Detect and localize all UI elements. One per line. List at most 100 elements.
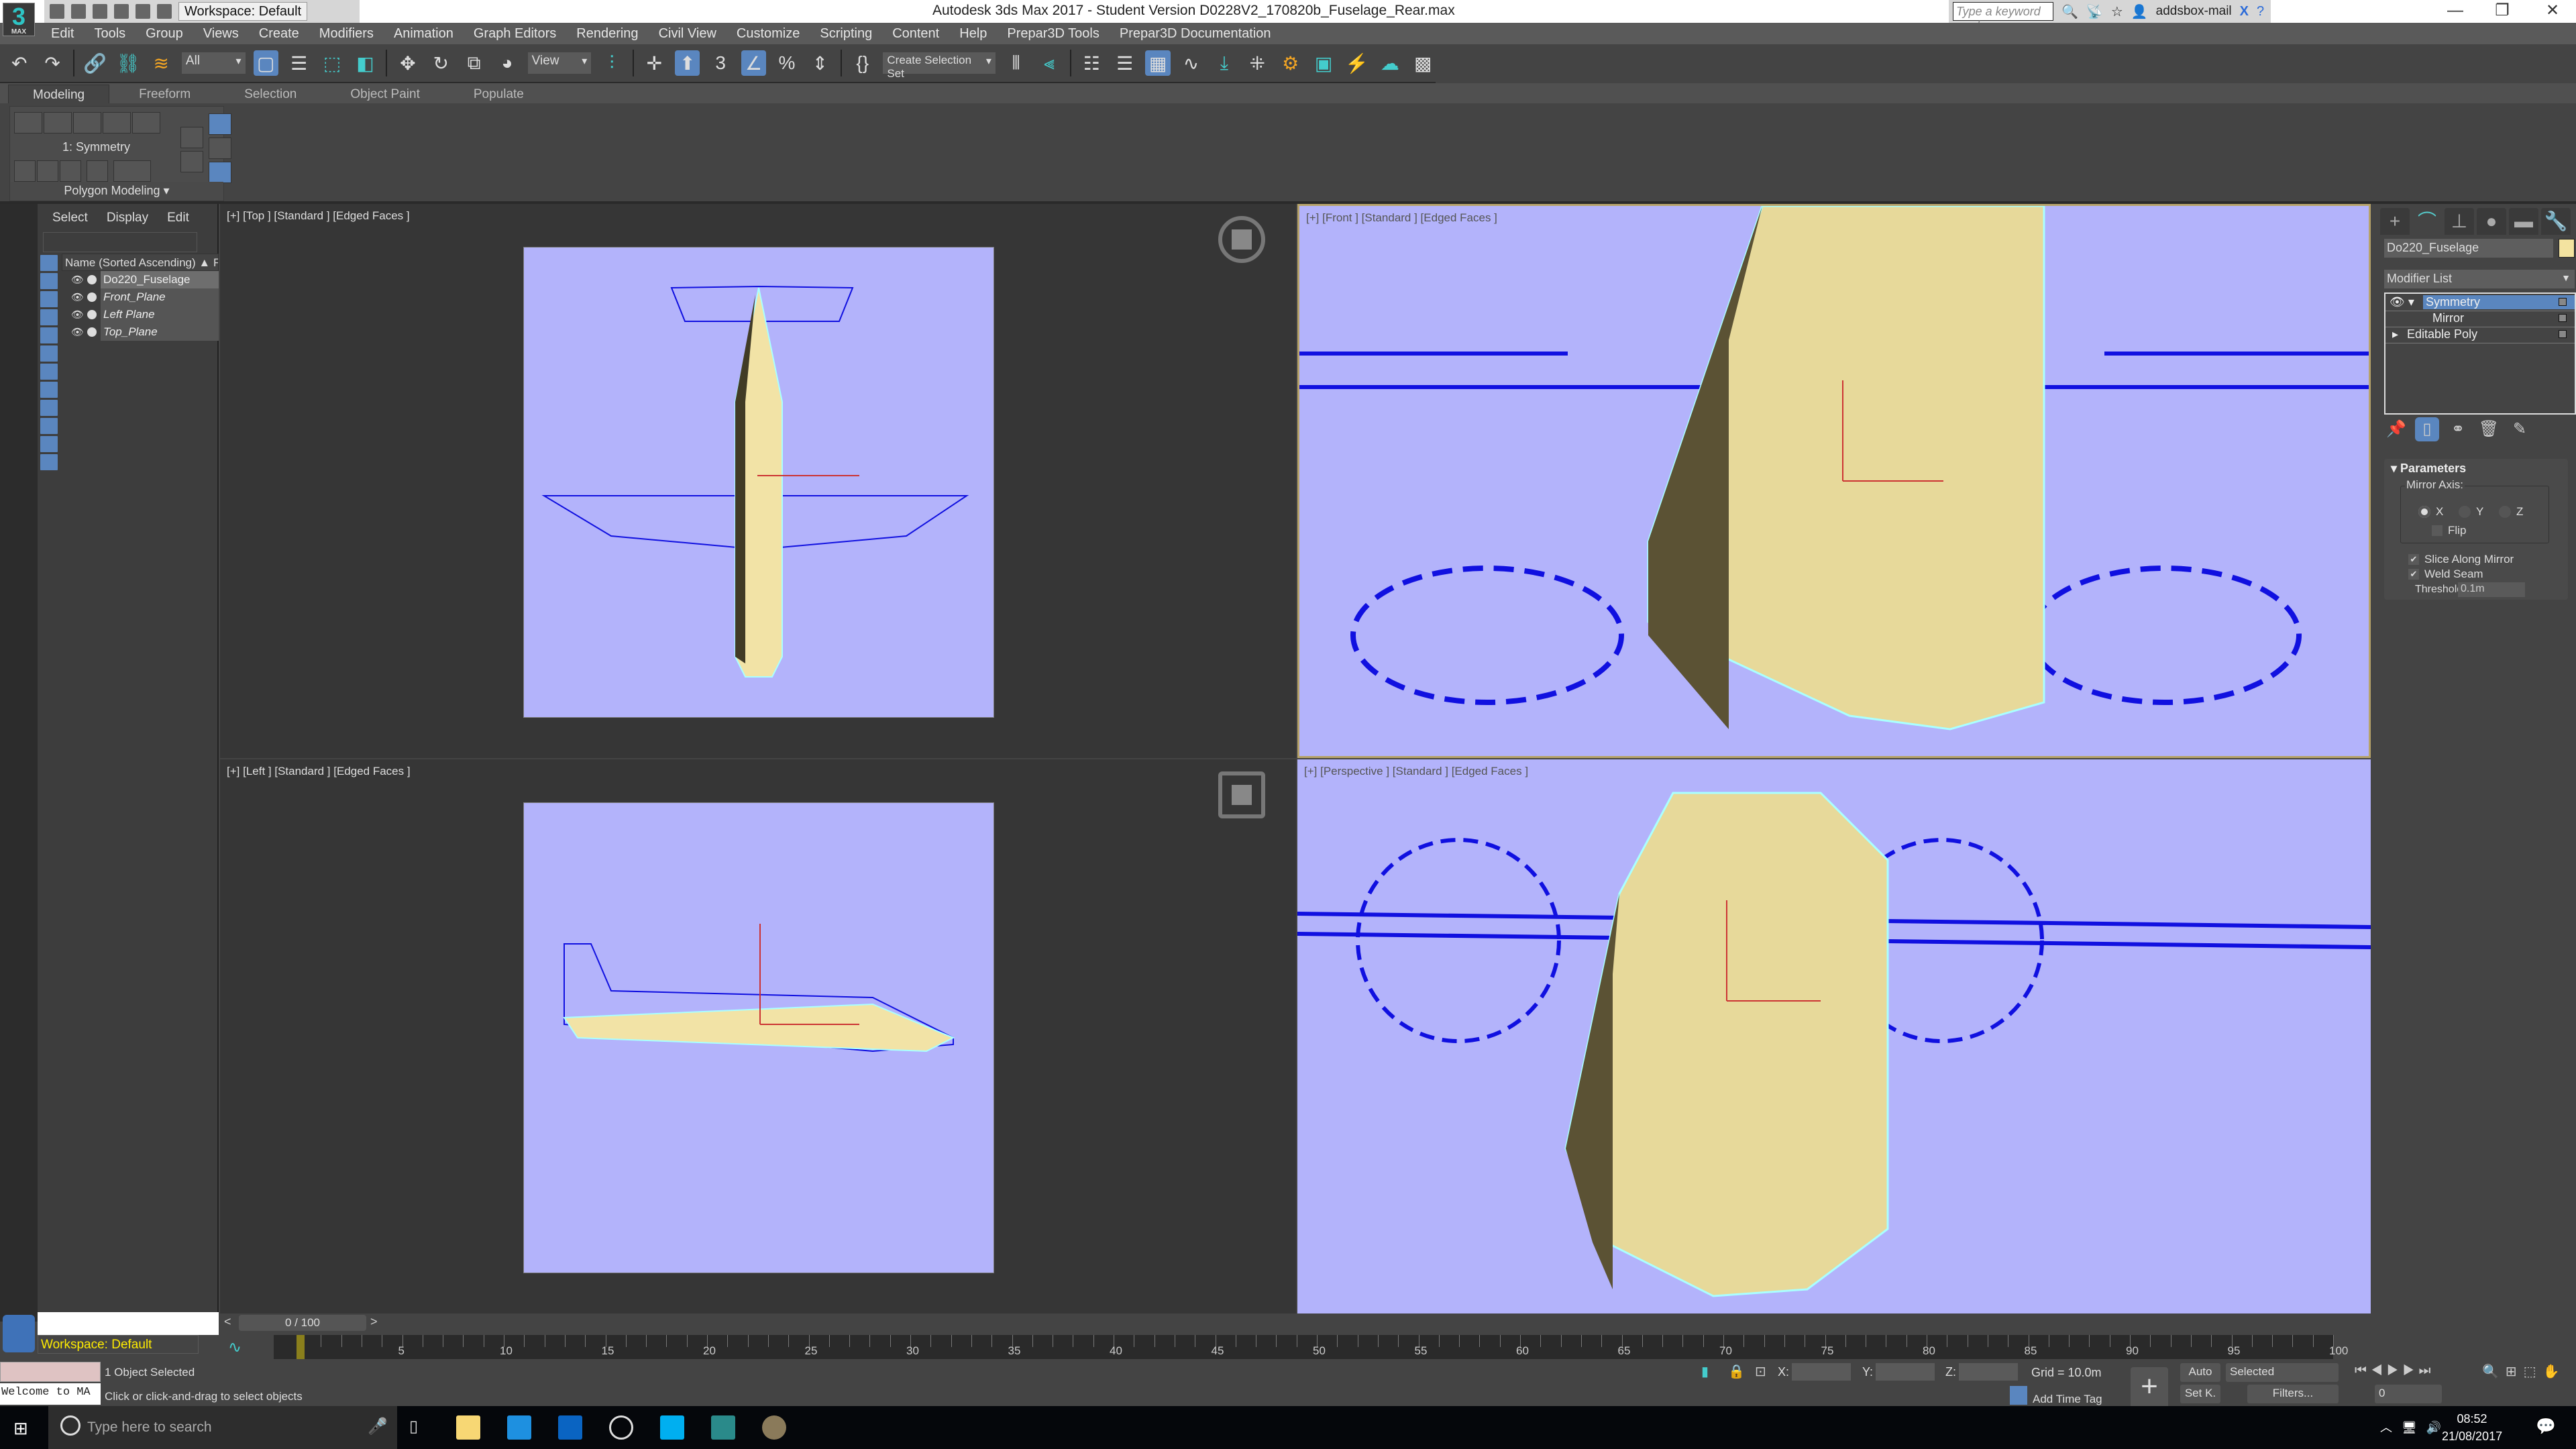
panel-title[interactable]: Polygon Modeling ▾	[10, 182, 223, 201]
lights-filter-icon[interactable]	[40, 291, 58, 307]
groove-music-icon[interactable]	[609, 1415, 633, 1440]
menu-modifiers[interactable]: Modifiers	[319, 26, 374, 42]
microphone-icon[interactable]: 🎤	[368, 1417, 388, 1436]
threshold-spinner[interactable]: 0.1m	[2458, 582, 2525, 597]
user-account[interactable]: addsbox-mail	[2156, 4, 2232, 19]
rect-select-region-icon[interactable]: ⬚	[319, 50, 344, 76]
windows-start-icon[interactable]: ⊞	[13, 1418, 28, 1439]
communication-center-icon[interactable]: 📡	[2086, 3, 2103, 20]
scale-icon[interactable]: ⧉	[462, 50, 486, 76]
bind-space-warp-icon[interactable]: ≋	[149, 50, 174, 76]
placement-icon[interactable]: ◕	[494, 50, 519, 76]
spinner-snap-icon[interactable]: ⇕	[808, 50, 833, 76]
internet-explorer-icon[interactable]	[507, 1415, 531, 1440]
render-gallery-icon[interactable]: ▩	[1411, 50, 1436, 76]
scene-search-input[interactable]	[43, 232, 197, 252]
prev-frame-arrow[interactable]: <	[224, 1315, 231, 1329]
pivot-center-icon[interactable]: ⫶	[599, 50, 624, 76]
key-filters-button[interactable]: Filters...	[2247, 1385, 2339, 1403]
3ds-max-icon[interactable]	[711, 1415, 735, 1440]
select-sub-2-icon[interactable]	[37, 160, 58, 182]
viewport-label[interactable]: [+] [Perspective ] [Standard ] [Edged Fa…	[1304, 765, 1528, 778]
object-name-field[interactable]: Do220_Fuselage	[2384, 239, 2553, 258]
viewport-label[interactable]: [+] [Top ] [Standard ] [Edged Faces ]	[227, 209, 410, 223]
menu-animation[interactable]: Animation	[394, 26, 453, 42]
hierarchy-tab-icon[interactable]: ⊥	[2445, 208, 2474, 235]
shapes-filter-icon[interactable]	[40, 273, 58, 289]
create-tab-icon[interactable]: +	[2380, 208, 2410, 235]
auto-key-button[interactable]: Auto	[2180, 1363, 2220, 1382]
user-icon[interactable]: 👤	[2131, 3, 2148, 20]
paint-icon[interactable]	[762, 1415, 786, 1440]
open-file-icon[interactable]	[71, 4, 86, 19]
mirror-icon[interactable]: ⫴	[1004, 50, 1028, 76]
border-mode-icon[interactable]	[73, 112, 101, 133]
containers-filter-icon[interactable]	[40, 418, 58, 434]
named-selection-set-dropdown[interactable]: Create Selection Set	[883, 52, 996, 80]
close-button[interactable]: ✕	[2532, 0, 2573, 23]
weld-seam-checkbox[interactable]: ✔ Weld Seam	[2408, 568, 2483, 581]
select-object-icon[interactable]: ▢	[253, 50, 278, 76]
scene-item[interactable]: 👁 Left Plane	[62, 306, 219, 323]
make-unique-icon[interactable]: ⚭	[2446, 417, 2470, 441]
z-field[interactable]	[1959, 1363, 2018, 1381]
percent-snap-icon[interactable]: %	[774, 50, 799, 76]
axis-z-radio[interactable]: Z	[2499, 505, 2523, 519]
scene-explorer-scrollbar[interactable]	[38, 1312, 219, 1335]
ribbon-tab-modeling[interactable]: Modeling	[8, 85, 110, 103]
menu-create[interactable]: Create	[259, 26, 299, 42]
rotate-icon[interactable]: ↻	[429, 50, 453, 76]
scene-item[interactable]: 👁 Do220_Fuselage	[62, 271, 219, 288]
menu-select[interactable]: Select	[52, 211, 88, 225]
cameras-filter-icon[interactable]	[40, 309, 58, 325]
viewport-nav-controls[interactable]: 🔍⊞⬚✋	[2482, 1363, 2566, 1380]
align-icon[interactable]: ⫷	[1036, 50, 1061, 76]
keyword-search-input[interactable]: Type a keyword or phrase	[1953, 2, 2053, 32]
object-color-swatch[interactable]	[2559, 239, 2575, 258]
toggle-scene-explorer-icon[interactable]: ☷	[1079, 50, 1104, 76]
keyboard-shortcut-icon[interactable]: ⬆	[675, 50, 700, 76]
modify-toggle-icon[interactable]	[209, 162, 231, 183]
stack-item-symmetry[interactable]: 👁 ▾ Symmetry	[2385, 295, 2575, 311]
workspace-dropdown[interactable]: Workspace: Default	[178, 2, 308, 21]
menu-rendering[interactable]: Rendering	[576, 26, 638, 42]
window-crossing-icon[interactable]: ◧	[353, 50, 378, 76]
stack-toggle[interactable]	[2559, 330, 2567, 338]
menu-graph-editors[interactable]: Graph Editors	[474, 26, 556, 42]
select-by-name-icon[interactable]: ☰	[286, 50, 311, 76]
next-frame-arrow[interactable]: >	[370, 1315, 378, 1329]
pin-stack-icon[interactable]	[209, 138, 231, 159]
axis-x-radio[interactable]: X	[2418, 505, 2443, 519]
viewport-layout-button[interactable]	[3, 1315, 35, 1352]
set-key-big-button[interactable]: +	[2131, 1367, 2168, 1409]
soft-select-icon[interactable]	[113, 160, 151, 182]
angle-snap-icon[interactable]: ∠	[741, 50, 767, 76]
viewport-perspective[interactable]: [+] [Perspective ] [Standard ] [Edged Fa…	[1297, 759, 2371, 1313]
parameters-header[interactable]: ▾ Parameters	[2391, 462, 2466, 476]
new-file-icon[interactable]	[50, 4, 64, 19]
viewport-left[interactable]: [+] [Left ] [Standard ] [Edged Faces ]	[220, 759, 1296, 1313]
x-field[interactable]	[1792, 1363, 1851, 1381]
absolute-mode-icon[interactable]: ⊡	[1755, 1363, 1766, 1380]
helpers-filter-icon[interactable]	[40, 327, 58, 343]
menu-group[interactable]: Group	[146, 26, 183, 42]
select-manipulate-icon[interactable]: ✛	[642, 50, 667, 76]
time-tag-icon[interactable]	[2010, 1386, 2027, 1405]
show-end-result-icon[interactable]	[209, 113, 231, 135]
maxscript-listener[interactable]	[0, 1362, 101, 1382]
redo-icon[interactable]	[136, 4, 150, 19]
ignore-backfacing-icon[interactable]	[87, 160, 108, 182]
clock[interactable]: 08:52 21/08/2017	[2442, 1410, 2502, 1445]
modify-tab-icon[interactable]: ⌒	[2412, 208, 2442, 235]
render-production-icon[interactable]: ⚡	[1344, 50, 1369, 76]
pin-stack-icon[interactable]: 📌	[2384, 417, 2408, 441]
menu-views[interactable]: Views	[203, 26, 239, 42]
modifier-list-dropdown[interactable]: Modifier List	[2384, 270, 2575, 288]
skype-icon[interactable]	[660, 1415, 684, 1440]
viewport-label[interactable]: [+] [Left ] [Standard ] [Edged Faces ]	[227, 765, 411, 778]
menu-edit[interactable]: Edit	[167, 211, 189, 225]
favorites-star-icon[interactable]: ☆	[2111, 3, 2123, 20]
menu-tools[interactable]: Tools	[94, 26, 125, 42]
viewport-front[interactable]: [+] [Front ] [Standard ] [Edged Faces ]	[1297, 204, 2371, 758]
display-tab-icon[interactable]: ▬	[2509, 208, 2538, 235]
